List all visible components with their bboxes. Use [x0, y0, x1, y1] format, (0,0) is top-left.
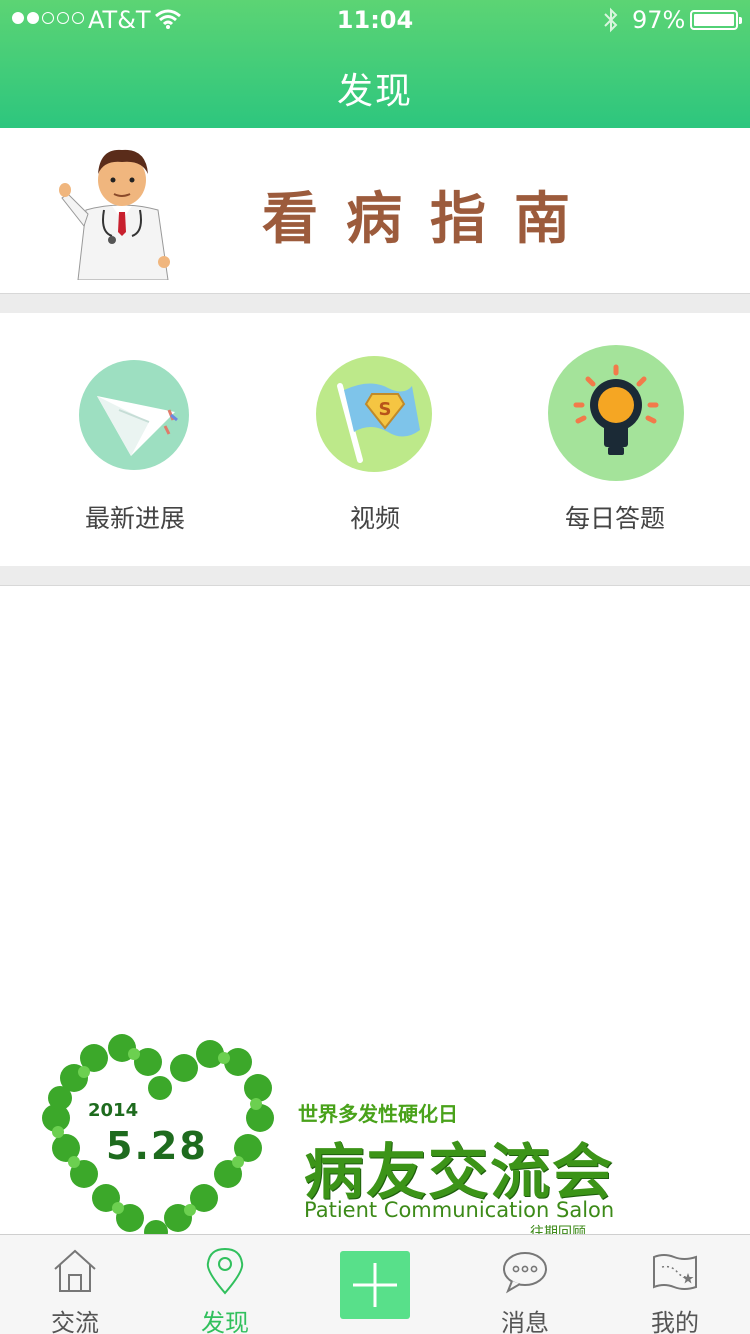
battery-icon [690, 10, 742, 30]
tab-label: 我的 [651, 1309, 699, 1334]
feature-label: 每日答题 [564, 504, 665, 533]
feature-daily-quiz[interactable]: 每日答题 [490, 313, 740, 566]
feature-video[interactable]: S 视频 [250, 313, 500, 566]
status-bar: AT&T 11:04 97% [0, 0, 750, 40]
map-icon [653, 1254, 697, 1290]
doctor-illustration [59, 149, 170, 280]
header: AT&T 11:04 97% 发现 [0, 0, 750, 128]
tab-label: 发现 [201, 1309, 249, 1334]
tab-mine[interactable]: 我的 [600, 1235, 750, 1334]
tab-label: 交流 [51, 1309, 99, 1334]
add-button[interactable] [340, 1251, 410, 1319]
guide-title: 看病指南 [262, 187, 598, 252]
tab-discover[interactable]: 发现 [150, 1235, 300, 1334]
promo-banner[interactable]: 2014 5.28 世界多发性硬化日 病友交流会 Patient Communi… [0, 1010, 750, 1236]
chat-bubble-icon [503, 1252, 547, 1294]
tab-messages[interactable]: 消息 [450, 1235, 600, 1334]
tab-communicate[interactable]: 交流 [0, 1235, 150, 1334]
promo-year: 2014 [88, 1100, 139, 1121]
tab-label: 消息 [501, 1309, 549, 1334]
feature-label: 视频 [349, 504, 400, 533]
page-title: 发现 [336, 71, 413, 112]
promo-subtitle: 世界多发性硬化日 [298, 1102, 458, 1126]
guide-banner[interactable]: 看病指南 [0, 128, 750, 294]
svg-text:S: S [379, 399, 392, 420]
battery-percent: 97% [632, 6, 686, 34]
feature-latest-progress[interactable]: 最新进展 [10, 313, 260, 566]
location-pin-icon [206, 1247, 244, 1295]
flag-icon: S [316, 356, 432, 472]
promo-english-title: Patient Communication Salon [304, 1198, 615, 1222]
paper-plane-icon [79, 360, 189, 470]
bluetooth-icon [604, 7, 618, 33]
promo-date: 5.28 [106, 1124, 208, 1168]
discover-screen: AT&T 11:04 97% 发现 看病指南 最新进展 S 视频 每日答题 20… [0, 0, 750, 1334]
section-divider [0, 294, 750, 314]
feature-label: 最新进展 [84, 504, 185, 533]
feature-grid: 最新进展 S 视频 每日答题 [0, 313, 750, 566]
plus-icon [353, 1263, 397, 1307]
tab-bar: 交流 发现 消息 我的 [0, 1234, 750, 1334]
lightbulb-icon [548, 345, 684, 481]
home-icon [54, 1249, 96, 1292]
section-divider [0, 566, 750, 586]
